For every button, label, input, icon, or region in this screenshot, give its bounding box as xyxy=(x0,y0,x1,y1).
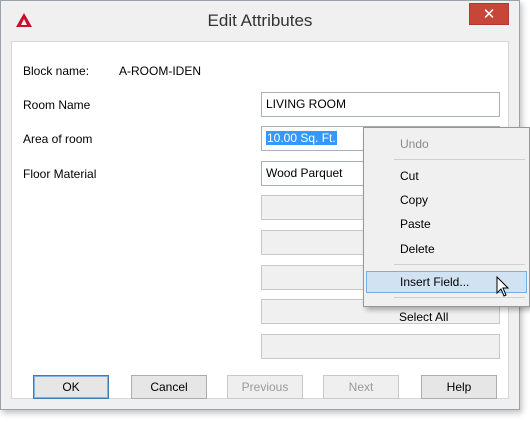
previous-button[interactable]: Previous xyxy=(227,375,303,399)
block-name-value: A-ROOM-IDEN xyxy=(119,64,201,78)
arrow-cursor-icon xyxy=(496,276,510,297)
menu-item-paste[interactable]: Paste xyxy=(366,213,527,235)
menu-item-select-all[interactable]: Select All xyxy=(365,306,526,328)
attr-label-floor-material: Floor Material xyxy=(23,167,97,181)
menu-separator xyxy=(394,264,525,265)
area-value-selected: 10.00 Sq. Ft. xyxy=(266,131,337,145)
attr-label-area: Area of room xyxy=(23,132,93,146)
menu-separator xyxy=(394,159,525,160)
cancel-button[interactable]: Cancel xyxy=(131,375,207,399)
next-button[interactable]: Next xyxy=(323,375,399,399)
ok-button[interactable]: OK xyxy=(33,375,109,399)
empty-attribute-field[interactable] xyxy=(261,334,500,359)
room-name-value: LIVING ROOM xyxy=(266,97,347,111)
block-name-label: Block name: xyxy=(23,64,90,78)
floor-material-value: Wood Parquet xyxy=(266,166,343,180)
menu-item-copy[interactable]: Copy xyxy=(366,189,527,211)
attr-label-room-name: Room Name xyxy=(23,98,91,112)
room-name-input[interactable]: LIVING ROOM xyxy=(261,92,500,117)
help-button[interactable]: Help xyxy=(421,375,497,399)
menu-item-undo[interactable]: Undo xyxy=(366,133,527,155)
dialog-title: Edit Attributes xyxy=(207,11,313,30)
menu-item-delete[interactable]: Delete xyxy=(366,238,527,260)
title-bar[interactable]: Edit Attributes ✕ xyxy=(1,1,519,41)
close-button[interactable]: ✕ xyxy=(469,3,509,25)
menu-item-cut[interactable]: Cut xyxy=(366,165,527,187)
